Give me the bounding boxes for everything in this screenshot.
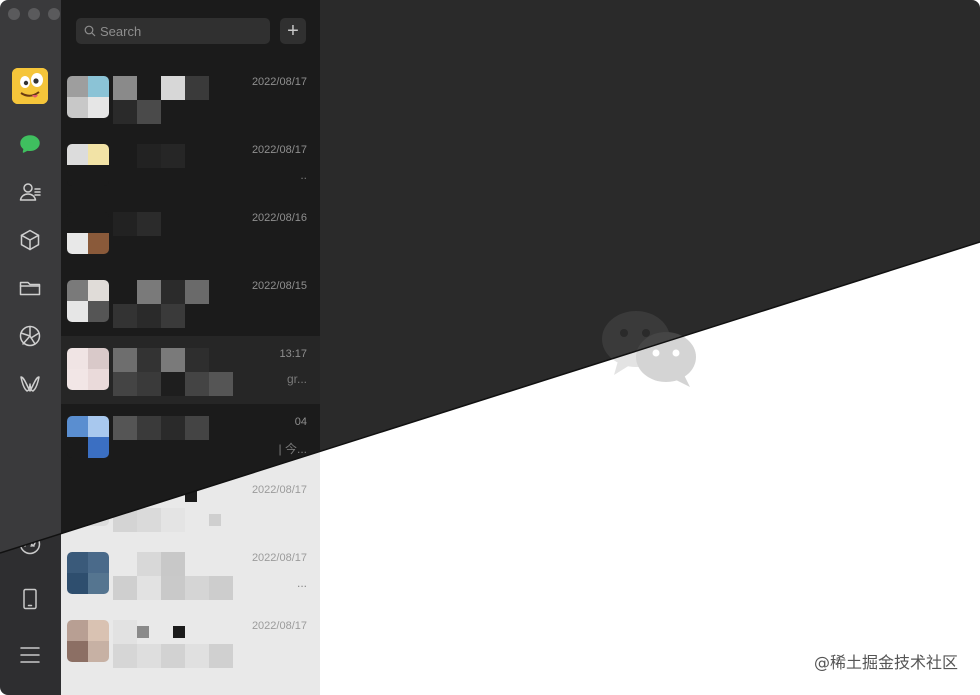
chat-time: 13:17 <box>279 348 307 360</box>
add-button[interactable]: + <box>280 18 306 44</box>
window-controls <box>8 8 60 20</box>
chat-avatar <box>67 76 109 118</box>
chat-item[interactable]: 2022/08/17 <box>61 64 320 132</box>
chat-time: 2022/08/15 <box>251 280 307 292</box>
chat-avatar <box>67 348 109 390</box>
blurred-preview <box>113 100 161 124</box>
contacts-icon[interactable] <box>17 179 43 205</box>
chat-preview: .. <box>300 168 307 182</box>
phone-icon[interactable] <box>17 586 43 612</box>
chat-avatar <box>67 212 109 254</box>
blurred-name <box>113 620 185 644</box>
chat-avatar <box>67 280 109 322</box>
watermark: @稀土掘金技术社区 <box>813 653 958 672</box>
chat-item[interactable]: 2022/08/15 <box>61 268 320 336</box>
chat-avatar <box>67 552 109 594</box>
chat-item[interactable]: 2022/08/17 ... <box>61 540 320 608</box>
chat-time: 2022/08/17 <box>251 620 307 632</box>
zoom-window-button[interactable] <box>48 8 60 20</box>
user-avatar[interactable] <box>12 68 48 104</box>
chat-item-selected[interactable]: 13:17 gr... <box>61 336 320 404</box>
chat-item[interactable]: 2022/08/16 <box>61 200 320 268</box>
search-placeholder: Search <box>100 23 142 39</box>
blurred-preview <box>113 576 233 600</box>
moments-icon[interactable] <box>17 323 43 349</box>
chat-time: 2022/08/16 <box>251 212 307 224</box>
blurred-name <box>113 552 185 576</box>
favorites-icon[interactable] <box>17 227 43 253</box>
chat-preview: gr... <box>286 372 307 386</box>
blurred-name <box>113 416 209 440</box>
blurred-preview <box>113 644 233 668</box>
chat-item[interactable]: 04 | 今... <box>61 404 320 472</box>
chat-preview: | 今... <box>278 442 307 456</box>
chat-preview: ... <box>296 576 307 590</box>
chat-time: 2022/08/17 <box>251 552 307 564</box>
blurred-preview <box>113 304 185 328</box>
blurred-name <box>113 348 209 372</box>
chat-time: 2022/08/17 <box>251 76 307 88</box>
chats-icon[interactable] <box>17 131 43 157</box>
blurred-name <box>113 76 209 100</box>
blurred-preview <box>113 372 233 396</box>
blurred-name <box>113 280 209 304</box>
chat-time: 2022/08/17 <box>251 144 307 156</box>
channels-icon[interactable] <box>17 371 43 397</box>
files-icon[interactable] <box>17 275 43 301</box>
emoji-face-icon <box>12 68 48 104</box>
chat-avatar <box>67 144 109 186</box>
chat-avatar <box>67 416 109 458</box>
search-box[interactable]: Search <box>76 18 270 44</box>
chat-item[interactable]: 2022/08/17 .. <box>61 132 320 200</box>
search-icon <box>84 25 96 37</box>
blurred-name <box>113 212 161 236</box>
chat-time: 04 <box>294 416 307 428</box>
blurred-name <box>113 144 185 168</box>
chat-item[interactable]: 2022/08/17 <box>61 608 320 676</box>
minimize-window-button[interactable] <box>28 8 40 20</box>
wechat-window: Search + 2022/08/17 2022/08/17 .. 2022/0… <box>0 0 980 695</box>
chat-avatar <box>67 620 109 662</box>
chat-time: 2022/08/17 <box>251 484 307 496</box>
menu-icon[interactable] <box>17 642 43 668</box>
close-window-button[interactable] <box>8 8 20 20</box>
